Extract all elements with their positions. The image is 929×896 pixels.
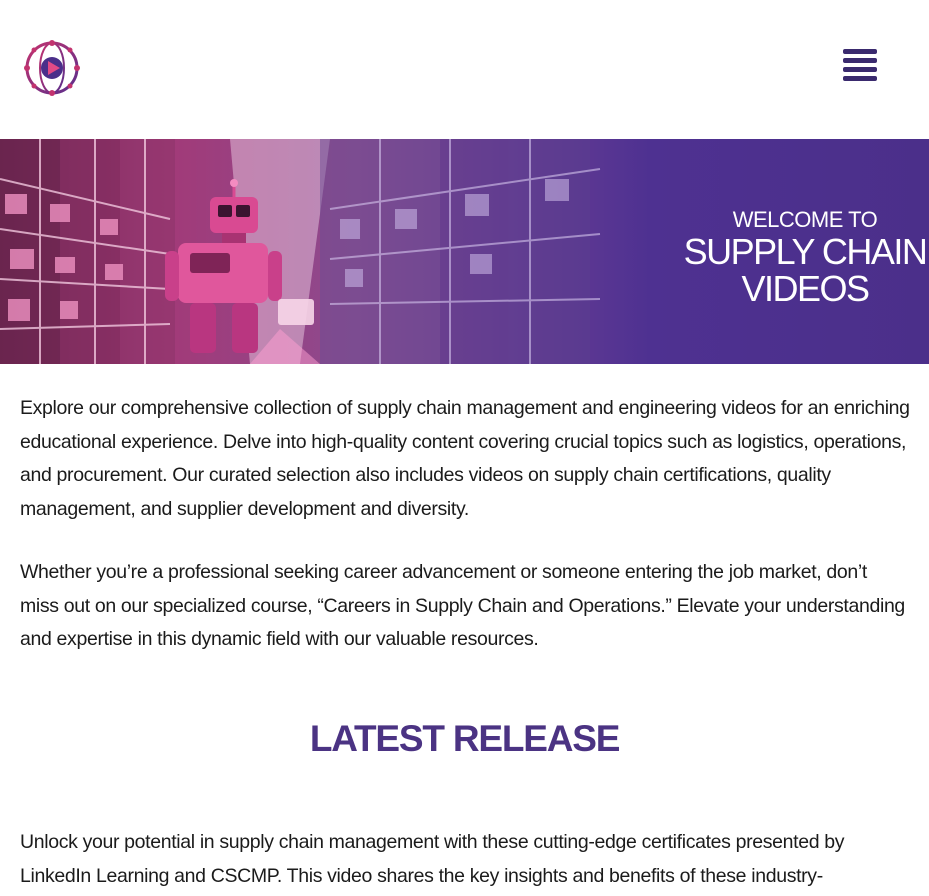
hero-title-line2: VIDEOS	[741, 268, 870, 309]
hamburger-menu-icon[interactable]	[843, 49, 879, 85]
site-header	[0, 0, 929, 139]
hero-title-line1: SUPPLY CHAIN	[683, 231, 928, 272]
latest-release-description: Unlock your potential in supply chain ma…	[20, 831, 845, 887]
latest-release-heading: LATEST RELEASE	[309, 718, 621, 759]
hero-banner: WELCOME TO SUPPLY CHAIN VIDEOS	[0, 139, 929, 364]
logo-graphic	[24, 40, 80, 96]
menu-bar	[843, 49, 877, 54]
hero-heading: WELCOME TO SUPPLY CHAIN VIDEOS	[660, 207, 929, 307]
intro-paragraph-1: Explore our comprehensive collection of …	[20, 397, 910, 520]
hero-subtitle: WELCOME TO	[732, 207, 878, 232]
menu-bar	[843, 67, 877, 72]
menu-bar	[843, 76, 877, 81]
globe-play-logo[interactable]	[22, 38, 82, 98]
intro-paragraph-2: Whether you’re a professional seeking ca…	[20, 561, 905, 650]
menu-bar	[843, 58, 877, 63]
intro-content: Explore our comprehensive collection of …	[20, 392, 910, 657]
